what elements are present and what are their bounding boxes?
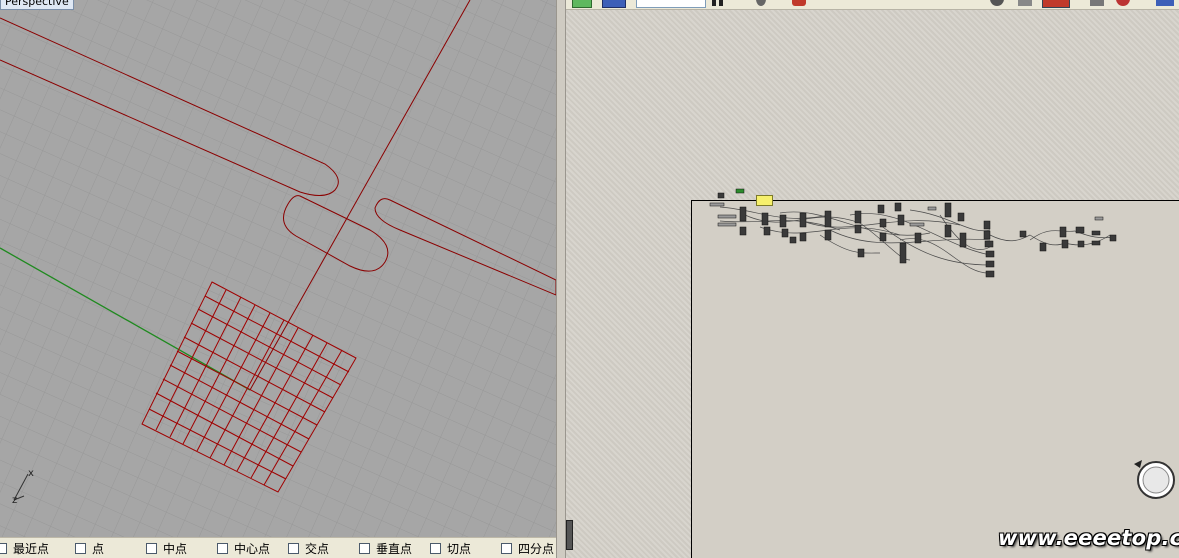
osnap-bar: 最近点 点 中点 中心点 交点 垂直点 切点 四分点	[0, 537, 556, 558]
bake-icon[interactable]	[1090, 0, 1104, 6]
osnap-label: 交点	[305, 541, 330, 556]
checkbox[interactable]	[75, 542, 86, 554]
display-icon[interactable]	[1156, 0, 1174, 6]
checkbox[interactable]	[501, 542, 512, 554]
axis-label-x: x	[28, 468, 34, 479]
green-swatch-icon[interactable]	[572, 0, 592, 8]
osnap-label: 最近点	[13, 541, 50, 556]
checkbox[interactable]	[430, 542, 441, 554]
osnap-label: 中点	[163, 541, 188, 556]
osnap-label: 中心点	[234, 541, 271, 556]
sphere-icon[interactable]	[990, 0, 1004, 6]
color-icon[interactable]	[792, 0, 806, 6]
osnap-center[interactable]: 中心点	[213, 540, 284, 557]
checkbox[interactable]	[217, 542, 228, 554]
osnap-tangent[interactable]: 切点	[426, 540, 497, 557]
osnap-label: 切点	[447, 541, 472, 556]
osnap-nearest[interactable]: 最近点	[0, 540, 71, 557]
checkbox[interactable]	[0, 542, 7, 554]
rhino-viewport[interactable]: x z Perspective	[0, 0, 556, 537]
canvas-navigation-compass[interactable]	[1132, 456, 1176, 500]
osnap-point[interactable]: 点	[71, 540, 142, 557]
pause-icon-bar	[719, 0, 723, 6]
checkbox[interactable]	[288, 542, 299, 554]
window-splitter[interactable]	[556, 0, 566, 558]
osnap-perpendicular[interactable]: 垂直点	[355, 540, 426, 557]
zoom-field[interactable]	[636, 0, 706, 8]
osnap-label: 点	[92, 541, 105, 556]
checkbox[interactable]	[359, 542, 370, 554]
preview-icon[interactable]	[1116, 0, 1130, 6]
osnap-label: 四分点	[518, 541, 555, 556]
axis-label-z: z	[12, 495, 17, 506]
eye-icon[interactable]	[756, 0, 766, 6]
red-box-icon[interactable]	[1042, 0, 1070, 8]
grasshopper-toolbar	[566, 0, 1179, 10]
construction-grid	[0, 0, 556, 537]
checkbox[interactable]	[146, 542, 157, 554]
cube-icon[interactable]	[1018, 0, 1032, 6]
folder-icon[interactable]	[602, 0, 626, 8]
pause-icon[interactable]	[712, 0, 716, 6]
viewport-canvas[interactable]: x z	[0, 0, 556, 537]
osnap-midpoint[interactable]: 中点	[142, 540, 213, 557]
osnap-label: 垂直点	[376, 541, 413, 556]
viewport-title-tab[interactable]: Perspective	[0, 0, 74, 10]
yellow-panel-component[interactable]	[756, 195, 773, 206]
osnap-intersection[interactable]: 交点	[284, 540, 355, 557]
watermark: www.eeeetop.com	[998, 526, 1179, 550]
canvas-scroll-handle[interactable]	[566, 520, 573, 550]
